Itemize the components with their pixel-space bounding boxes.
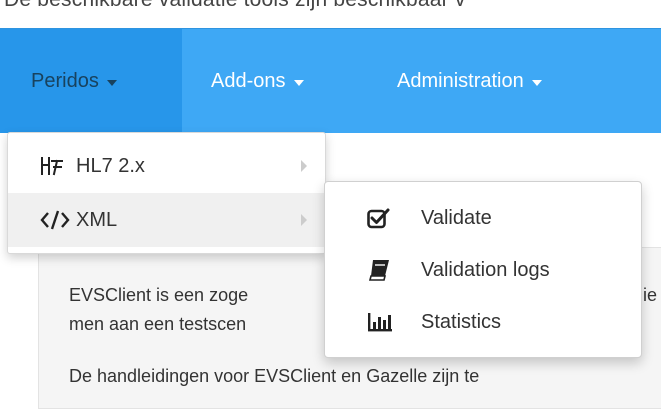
content-line-3: De handleidingen voor EVSClient en Gazel… [69,366,480,386]
content-line-1: EVSClient is een zoge [69,285,249,305]
navbar: Peridos Add-ons Administration [0,28,661,133]
menu-item-xml[interactable]: XML [8,193,325,247]
content-line-2: men aan een testscen [69,314,247,334]
menu-item-label: HL7 2.x [76,154,145,177]
nav-item-label: Peridos [31,69,99,92]
nav-item-label: Administration [397,69,524,92]
caret-down-icon [531,79,542,86]
submenu-item-statistics[interactable]: Statistics [325,296,641,348]
page-top-text-strip: De beschikbare validatie tools zijn besc… [0,0,661,28]
check-square-icon [367,207,391,229]
nav-item-add-ons[interactable]: Add-ons [211,29,304,133]
submenu-item-label: Validation logs [421,258,550,281]
chevron-right-icon [301,160,307,172]
menu-item-label: XML [76,208,118,231]
nav-item-label: Add-ons [211,69,286,92]
submenu-item-label: Validate [421,206,492,229]
bar-chart-icon [367,311,393,333]
page-top-text: De beschikbare validatie tools zijn besc… [4,0,466,12]
caret-down-icon [106,79,117,86]
xml-submenu: Validate Validation logs Statistics [324,181,642,358]
code-icon [40,209,70,231]
submenu-item-label: Statistics [421,310,502,333]
nav-item-administration[interactable]: Administration [397,29,542,133]
book-icon [367,259,391,281]
submenu-item-validation-logs[interactable]: Validation logs [325,244,641,296]
chevron-right-icon [301,214,307,226]
submenu-item-validate[interactable]: Validate [325,192,641,244]
nav-item-peridos[interactable]: Peridos [0,29,182,133]
peridos-dropdown-menu: HL7 2.x XML [7,132,326,254]
hl7-icon [38,155,66,177]
caret-down-icon [293,79,304,86]
menu-item-hl7[interactable]: HL7 2.x [8,139,325,193]
